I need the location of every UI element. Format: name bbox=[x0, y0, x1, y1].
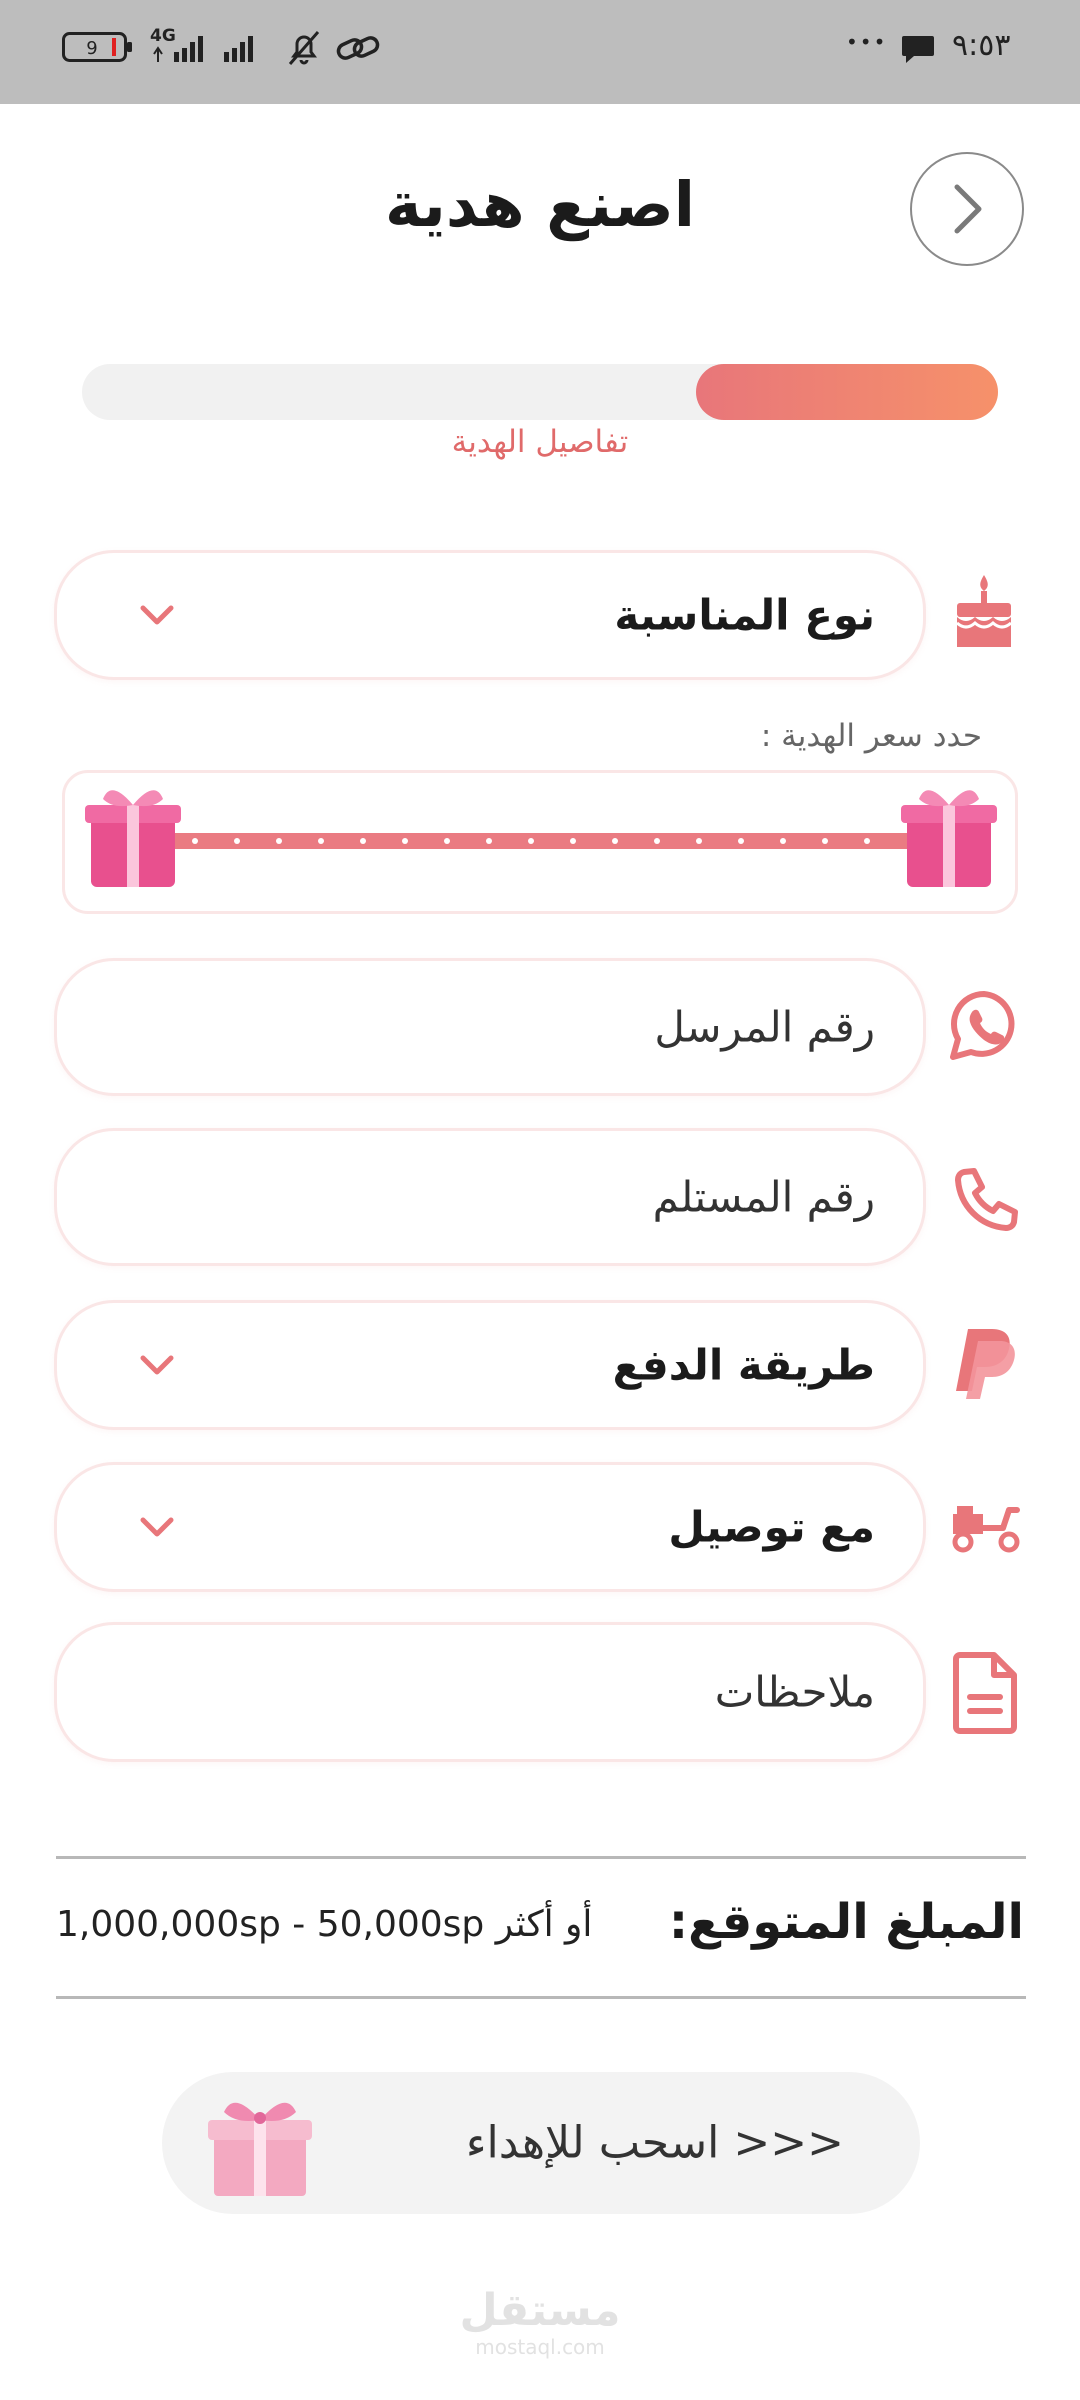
notes-placeholder: ملاحظات bbox=[714, 1667, 875, 1717]
battery-icon: 9 bbox=[62, 32, 132, 62]
progress-step-label: تفاصيل الهدية bbox=[451, 424, 629, 460]
expected-amount-value: 1,000,000sp - 50,000sp أو أكثر bbox=[56, 1904, 593, 1945]
bell-off-icon bbox=[282, 26, 326, 74]
battery-level: 9 bbox=[86, 38, 97, 59]
watermark-logo: مستقل mostaql.com bbox=[0, 2285, 1080, 2359]
notes-input[interactable]: ملاحظات bbox=[54, 1622, 926, 1762]
watermark-domain: mostaql.com bbox=[475, 2335, 605, 2359]
progress-fill bbox=[696, 364, 998, 420]
gift-box-icon[interactable] bbox=[202, 2086, 318, 2200]
delivery-select[interactable]: مع توصيل bbox=[54, 1462, 926, 1592]
occasion-select[interactable]: نوع المناسبة bbox=[54, 550, 926, 680]
chat-bubble-icon bbox=[900, 32, 936, 70]
cake-icon bbox=[948, 570, 1020, 654]
gift-handle-min[interactable] bbox=[85, 790, 181, 887]
payment-method-label: طريقة الدفع bbox=[612, 1340, 875, 1390]
recipient-number-placeholder: رقم المستلم bbox=[652, 1172, 875, 1222]
sender-number-input[interactable]: رقم المرسل bbox=[54, 958, 926, 1096]
gift-handle-max[interactable] bbox=[901, 790, 997, 887]
watermark-brand: مستقل bbox=[459, 2285, 621, 2336]
price-range-slider[interactable] bbox=[62, 770, 1018, 914]
recipient-number-input[interactable]: رقم المستلم bbox=[54, 1128, 926, 1266]
signal-icon bbox=[150, 30, 270, 70]
divider-top bbox=[56, 1856, 1026, 1859]
whatsapp-icon bbox=[944, 986, 1024, 1066]
more-indicator: ••• bbox=[846, 30, 888, 54]
status-bar: 9 4G ••• ٩:٥٣ bbox=[0, 0, 1080, 104]
swipe-label: <<< اسحب للإهداء bbox=[465, 2117, 844, 2169]
payment-method-select[interactable]: طريقة الدفع bbox=[54, 1300, 926, 1430]
link-icon bbox=[334, 28, 382, 72]
chevron-right-icon bbox=[954, 184, 982, 234]
back-button[interactable] bbox=[910, 152, 1024, 266]
occasion-label: نوع المناسبة bbox=[614, 590, 875, 640]
chevron-down-icon bbox=[140, 1355, 174, 1375]
clock: ٩:٥٣ bbox=[952, 28, 1011, 63]
chevron-down-icon bbox=[140, 605, 174, 625]
paypal-icon bbox=[950, 1326, 1020, 1402]
expected-amount-label: المبلغ المتوقع: bbox=[668, 1894, 1024, 1950]
chevron-down-icon bbox=[140, 1517, 174, 1537]
price-range-label: حدد سعر الهدية : bbox=[760, 718, 982, 754]
swipe-to-gift[interactable]: <<< اسحب للإهداء bbox=[162, 2072, 920, 2214]
scooter-icon bbox=[946, 1496, 1024, 1556]
sender-number-placeholder: رقم المرسل bbox=[654, 1002, 875, 1052]
divider-bottom bbox=[56, 1996, 1026, 1999]
phone-icon bbox=[948, 1164, 1020, 1236]
delivery-label: مع توصيل bbox=[668, 1502, 875, 1552]
document-icon bbox=[950, 1650, 1020, 1736]
